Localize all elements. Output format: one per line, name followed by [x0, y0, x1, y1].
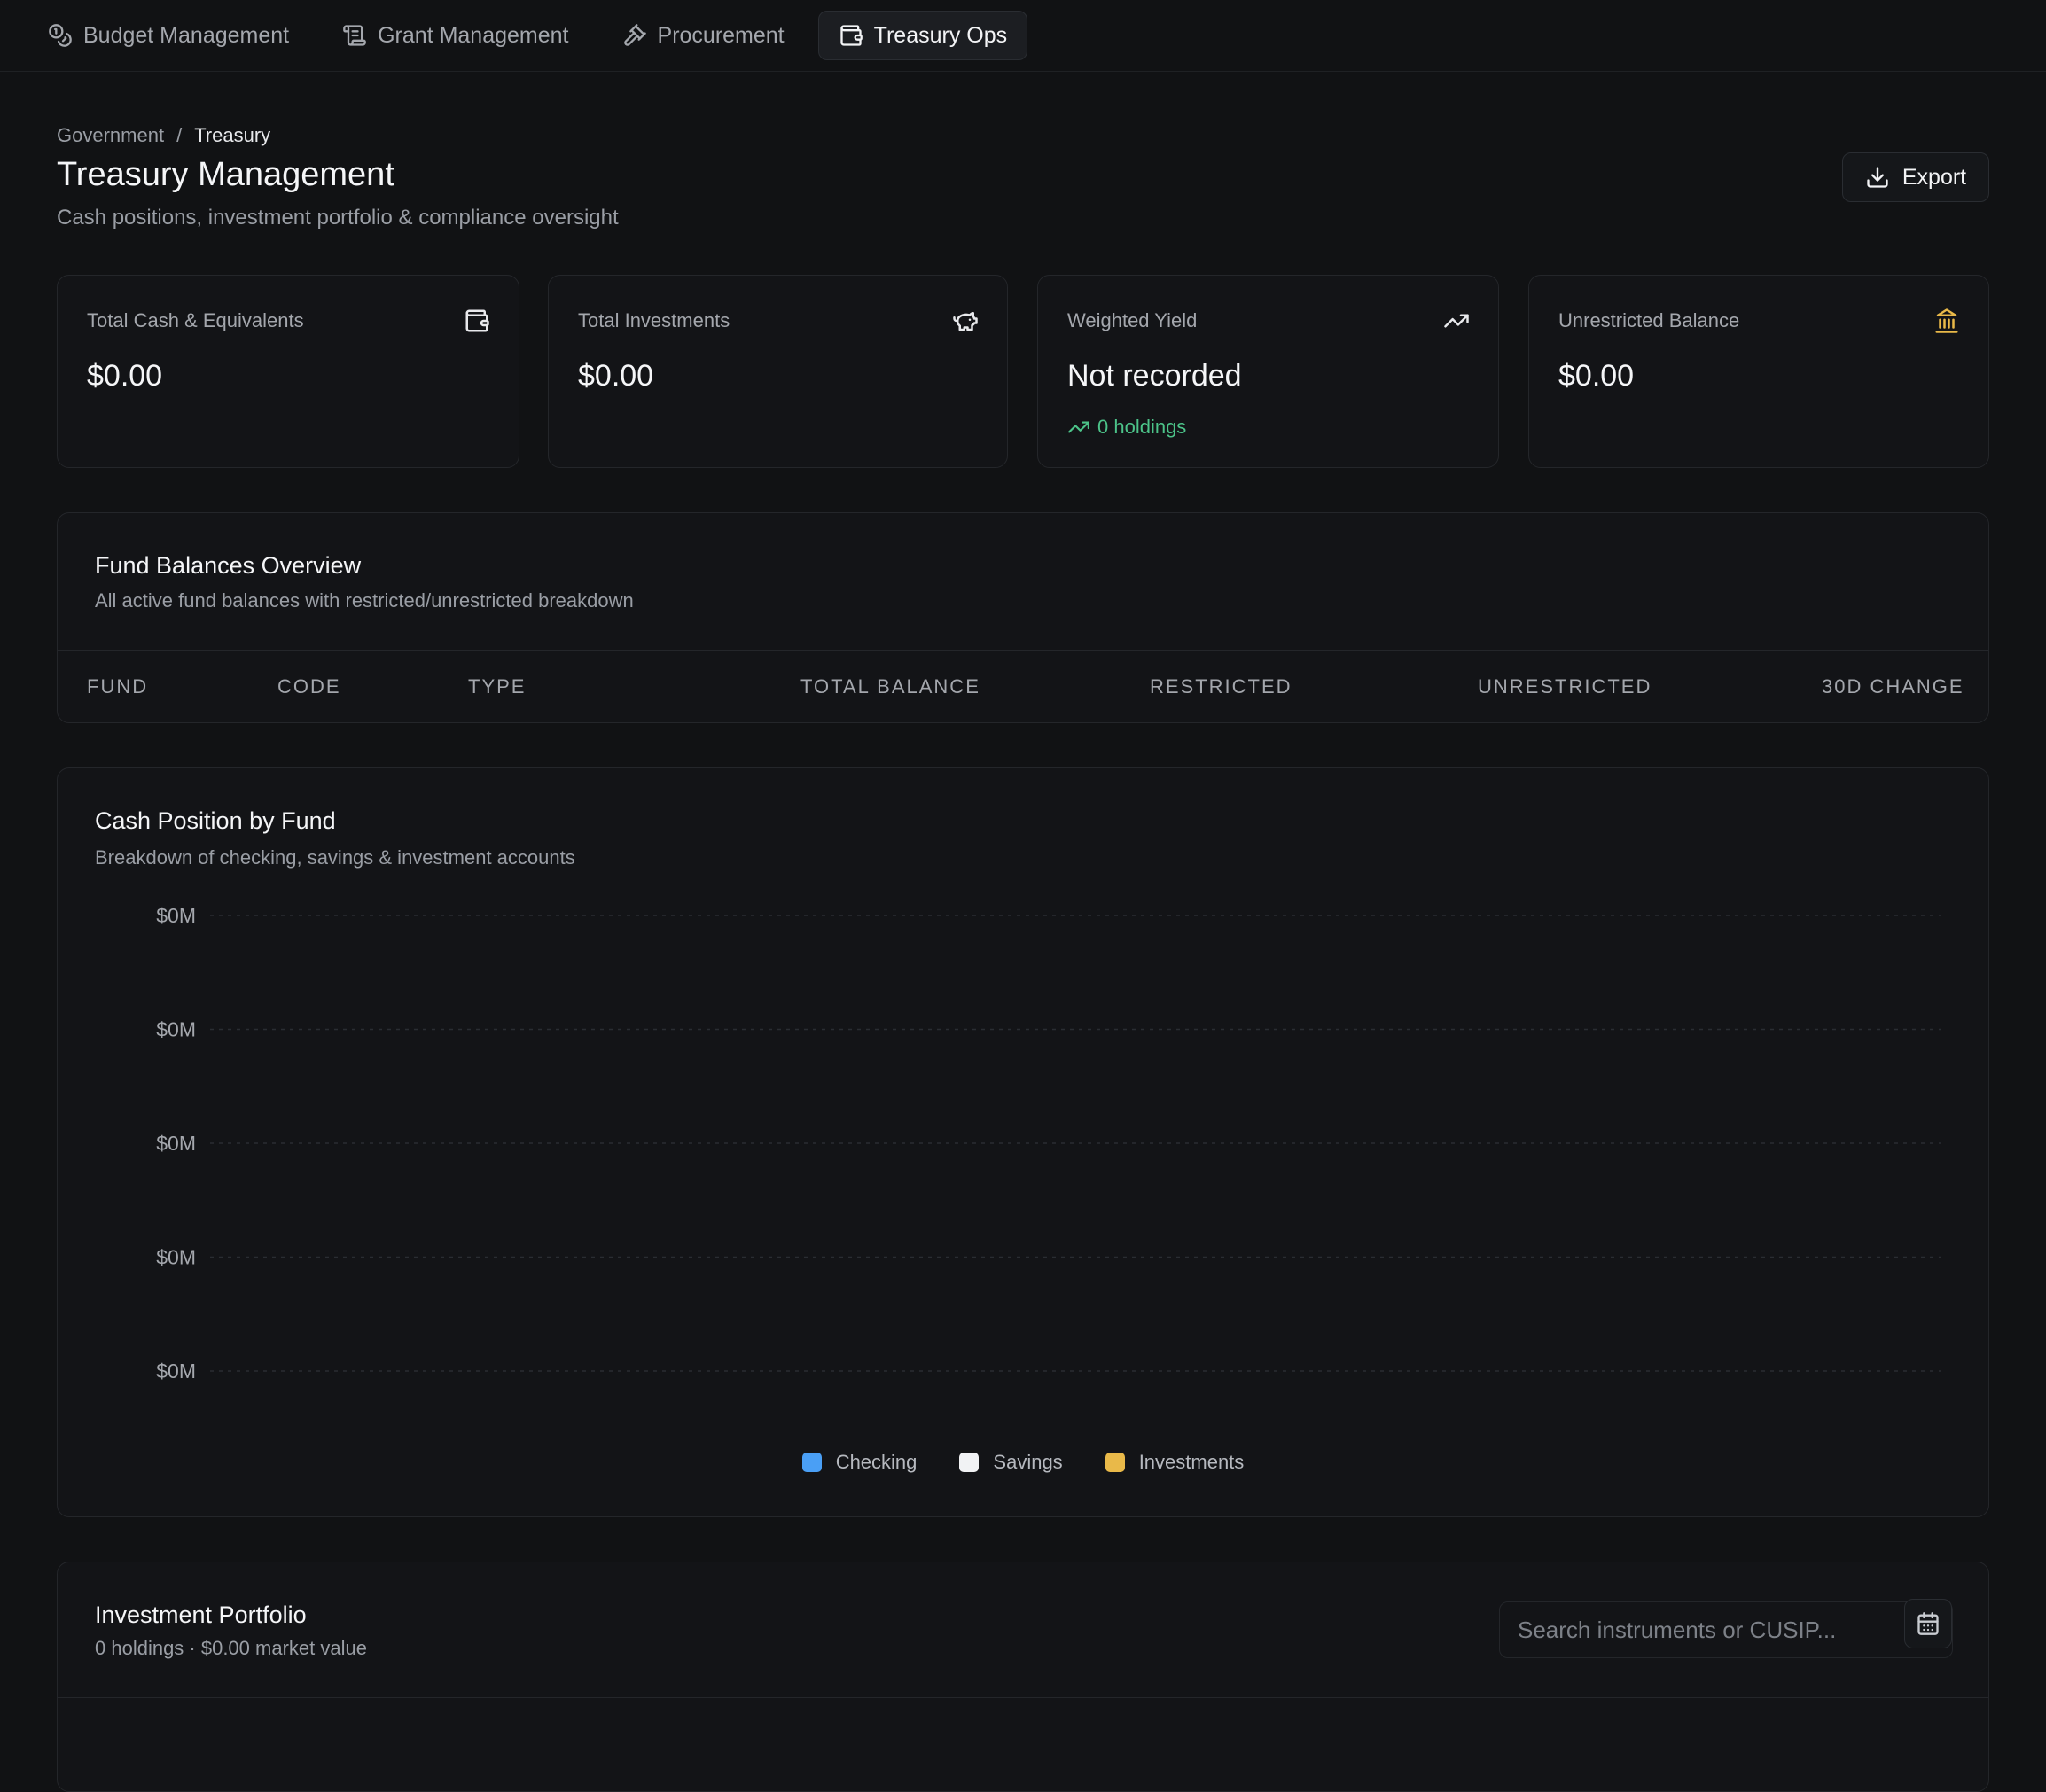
stat-card-total-investments: Total Investments $0.00 [548, 275, 1008, 468]
legend-swatch [959, 1453, 980, 1472]
y-tick-label: $0M [156, 1132, 196, 1155]
fund-balances-panel: Fund Balances Overview All active fund b… [57, 512, 1989, 723]
stat-value: Not recorded [1067, 359, 1242, 393]
column-header-type[interactable]: TYPE [468, 675, 526, 698]
y-tick-label: $0M [156, 1018, 196, 1041]
wallet-icon [839, 25, 863, 46]
holdings-count: 0 holdings [1067, 416, 1186, 439]
tab-label: Treasury Ops [873, 22, 1008, 48]
stat-label: Unrestricted Balance [1558, 309, 1740, 331]
breadcrumb-separator: / [176, 124, 183, 146]
cash-position-chart: $0M $0M $0M $0M $0M [156, 904, 1941, 1383]
chart-legend: Checking Savings Investments [58, 1451, 1988, 1474]
trending-up-icon [1068, 421, 1089, 433]
column-header-total-balance[interactable]: TOTAL BALANCE [800, 675, 980, 698]
trending-up-icon [1443, 308, 1470, 334]
table-header: FUND CODE TYPE TOTAL BALANCE RESTRICTED … [58, 650, 1988, 722]
search-box [1499, 1599, 1953, 1658]
tab-treasury-ops[interactable]: Treasury Ops [817, 11, 1028, 60]
download-icon [1867, 167, 1888, 188]
column-header-restricted[interactable]: RESTRICTED [1150, 675, 1292, 698]
legend-swatch [801, 1453, 822, 1472]
legend-label: Checking [835, 1451, 918, 1473]
holdings-label: 0 holdings [1097, 416, 1187, 438]
legend-label: Investments [1138, 1451, 1245, 1473]
stat-card-weighted-yield: Weighted Yield Not recorded 0 holdings [1037, 275, 1499, 468]
search-input[interactable] [1500, 1602, 1908, 1657]
table-divider [58, 1697, 1988, 1698]
stat-card-total-cash: Total Cash & Equivalents $0.00 [57, 275, 519, 468]
legend-label: Savings [993, 1451, 1063, 1473]
coins-icon [49, 24, 72, 47]
legend-item-investments[interactable]: Investments [1105, 1451, 1245, 1474]
y-tick-label: $0M [156, 904, 196, 927]
tab-label: Grant Management [378, 22, 569, 48]
legend-item-savings[interactable]: Savings [959, 1451, 1063, 1474]
date-filter-button[interactable] [1904, 1599, 1952, 1648]
stat-value: $0.00 [1558, 359, 1635, 393]
stat-label: Weighted Yield [1067, 309, 1198, 331]
top-navigation: Budget Management Grant Management Procu… [0, 0, 2046, 72]
cash-position-panel: Cash Position by Fund Breakdown of check… [57, 767, 1989, 1517]
stat-value: $0.00 [87, 359, 163, 393]
breadcrumb: Government / Treasury [57, 124, 270, 147]
legend-swatch [1105, 1453, 1125, 1472]
tab-label: Budget Management [83, 22, 290, 48]
piggy-bank-icon [952, 308, 979, 334]
stat-label: Total Investments [578, 309, 730, 331]
stat-value: $0.00 [578, 359, 654, 393]
investment-portfolio-panel: Investment Portfolio 0 holdings · $0.00 … [57, 1562, 1989, 1792]
column-header-fund[interactable]: FUND [87, 675, 148, 698]
panel-title: Fund Balances Overview [95, 552, 362, 579]
column-header-code[interactable]: CODE [277, 675, 341, 698]
column-header-unrestricted[interactable]: UNRESTRICTED [1478, 675, 1652, 698]
y-tick-label: $0M [156, 1246, 196, 1269]
y-tick-label: $0M [156, 1360, 196, 1383]
gavel-icon [623, 24, 646, 46]
breadcrumb-root[interactable]: Government [57, 124, 164, 147]
portfolio-summary: 0 holdings · $0.00 market value [95, 1637, 367, 1659]
calendar-icon [1917, 1612, 1939, 1635]
scroll-icon [343, 25, 366, 46]
page-subtitle: Cash positions, investment portfolio & c… [57, 206, 619, 230]
tab-budget-management[interactable]: Budget Management [28, 11, 308, 60]
wallet-icon [464, 308, 490, 334]
export-label: Export [1902, 164, 1967, 190]
stat-card-unrestricted-balance: Unrestricted Balance $0.00 [1528, 275, 1989, 468]
panel-title: Investment Portfolio [95, 1601, 307, 1628]
column-header-30d-change[interactable]: 30D CHANGE [1822, 675, 1964, 698]
landmark-icon [1933, 308, 1960, 334]
page-title: Treasury Management [57, 156, 394, 193]
panel-description: All active fund balances with restricted… [95, 589, 634, 612]
breadcrumb-current: Treasury [194, 124, 271, 146]
tab-procurement[interactable]: Procurement [603, 11, 804, 60]
export-button[interactable]: Export [1842, 152, 1989, 202]
tab-label: Procurement [657, 22, 785, 48]
stat-label: Total Cash & Equivalents [87, 309, 304, 331]
legend-item-checking[interactable]: Checking [801, 1451, 918, 1474]
tab-grant-management[interactable]: Grant Management [323, 11, 588, 60]
